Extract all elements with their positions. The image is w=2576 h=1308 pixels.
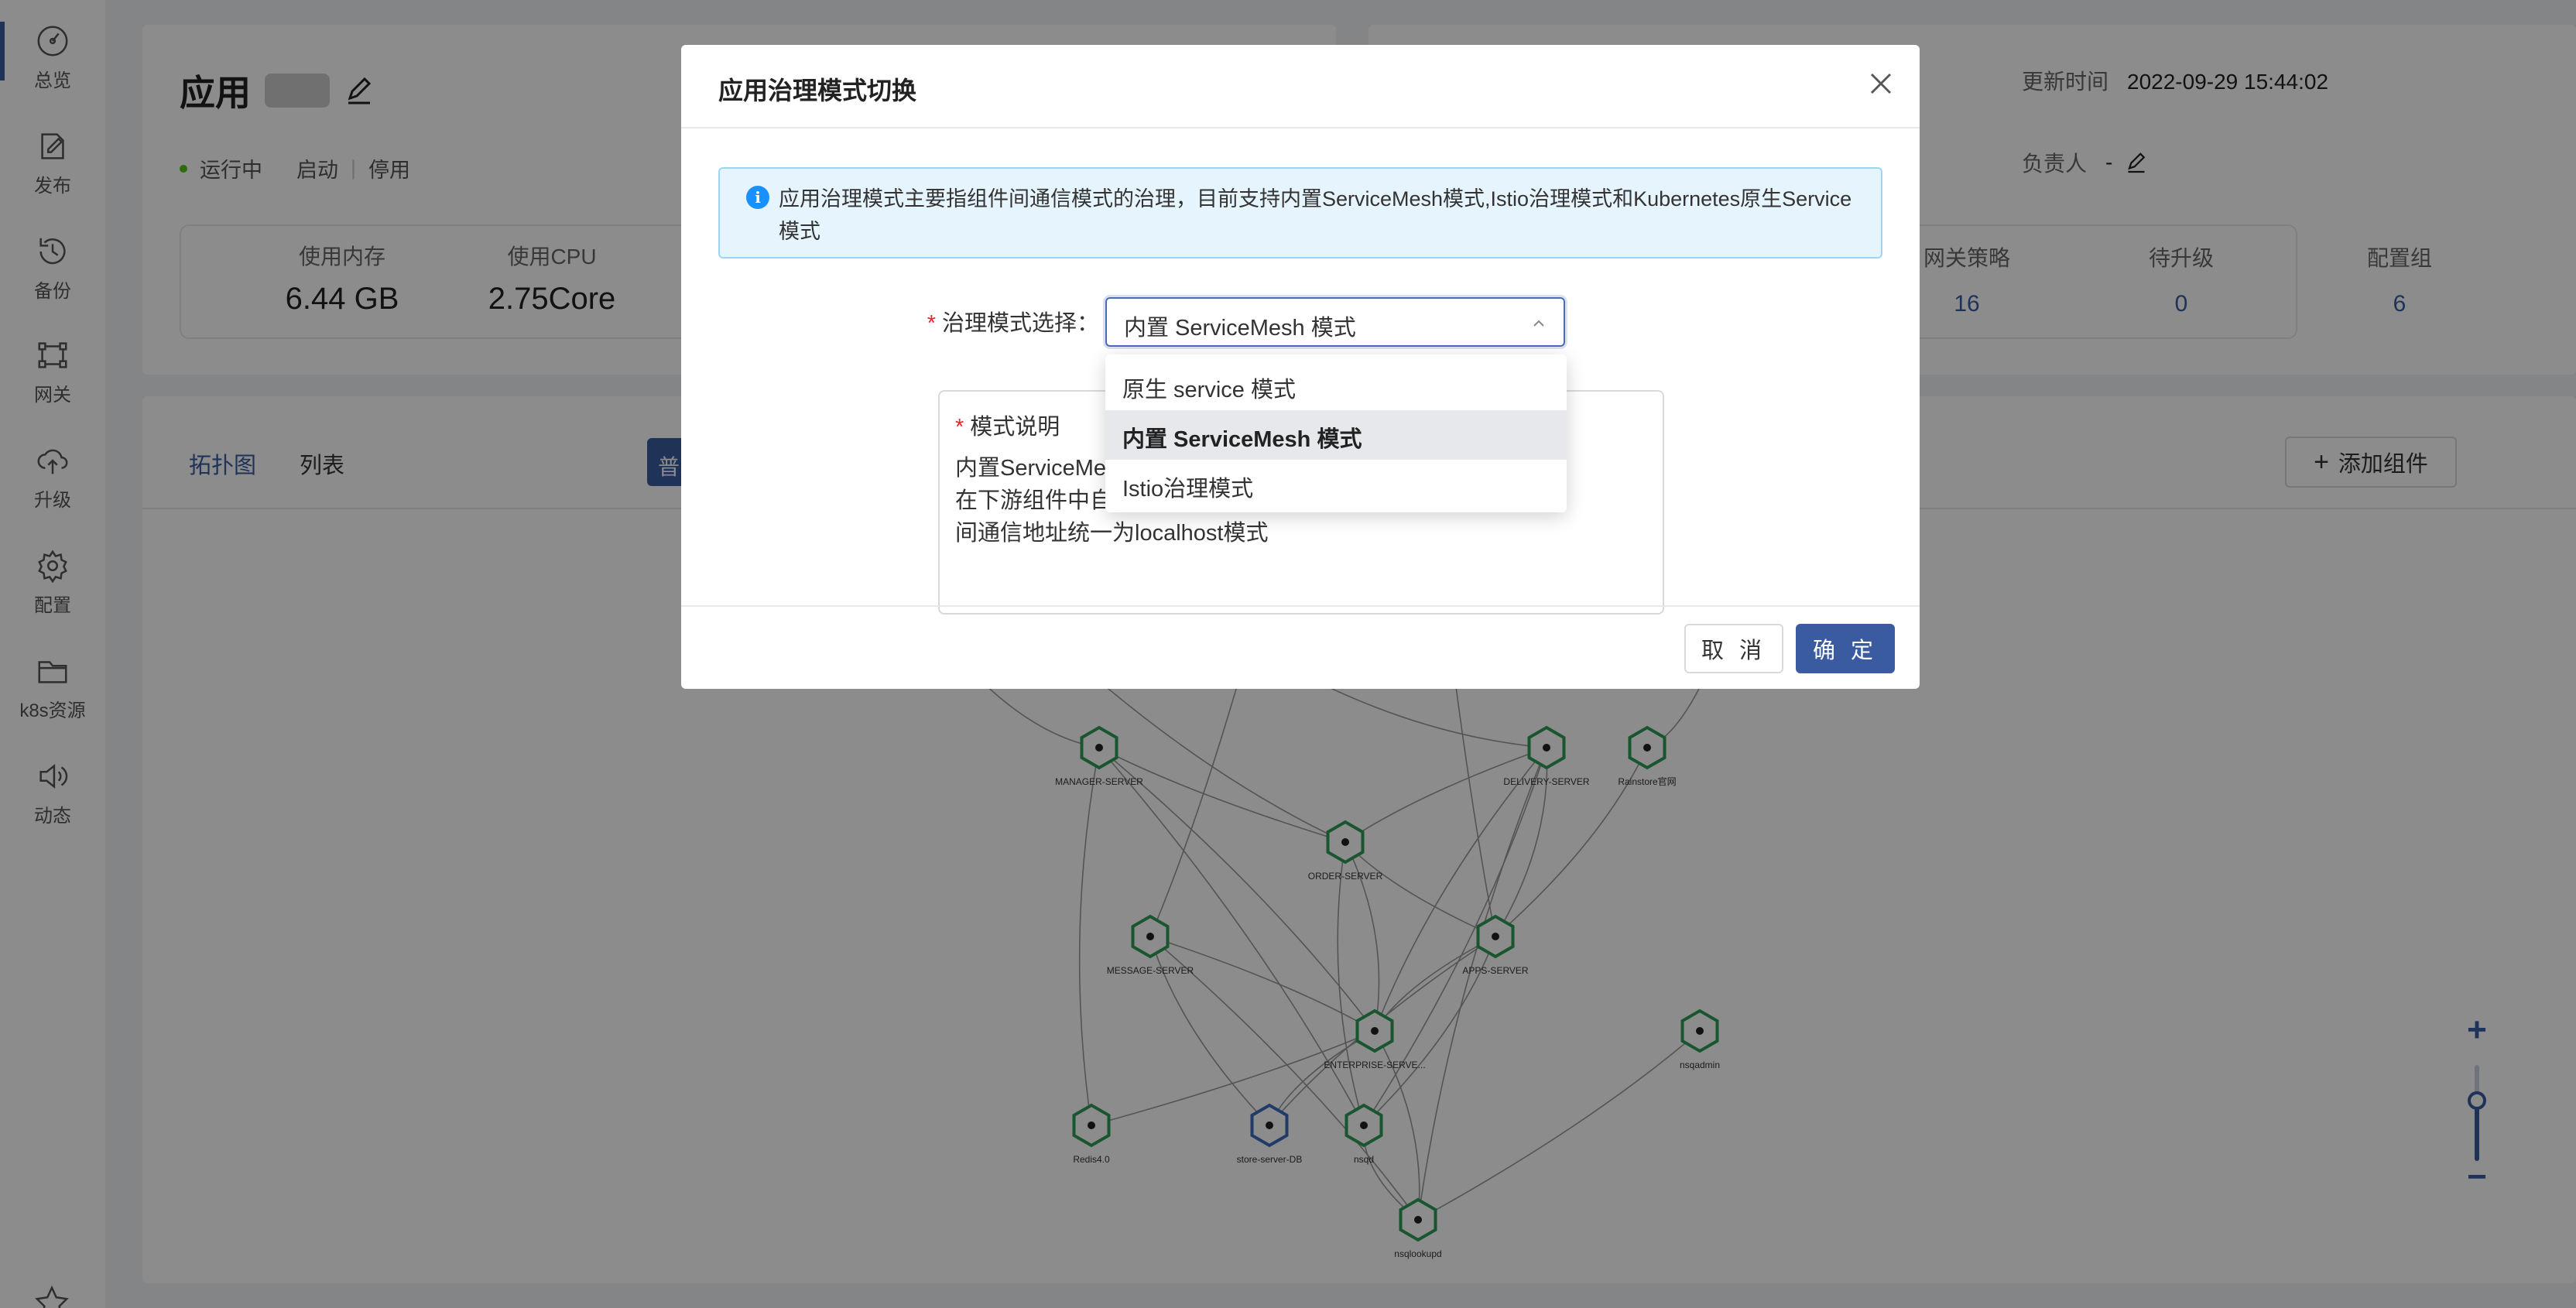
cancel-button[interactable]: 取 消 [1684, 624, 1783, 673]
close-icon[interactable] [1865, 68, 1896, 99]
info-icon: i [746, 186, 769, 209]
select-dropdown: 原生 service 模式 内置 ServiceMesh 模式 Istio治理模… [1105, 354, 1567, 512]
governance-mode-select[interactable]: 内置 ServiceMesh 模式 [1105, 297, 1565, 347]
desc-label-text: 模式说明 [970, 415, 1060, 440]
option-servicemesh[interactable]: 内置 ServiceMesh 模式 [1105, 410, 1567, 460]
select-value: 内置 ServiceMesh 模式 [1124, 316, 1356, 341]
chevron-up-icon [1533, 320, 1544, 327]
required-mark: * [927, 311, 936, 336]
modal-title: 应用治理模式切换 [718, 77, 917, 104]
modal-footer-divider [681, 605, 1920, 607]
info-alert: i 应用治理模式主要指组件间通信模式的治理，目前支持内置ServiceMesh模… [718, 167, 1882, 259]
modal-header: 应用治理模式切换 [681, 45, 1920, 128]
confirm-button[interactable]: 确 定 [1796, 624, 1895, 673]
option-istio[interactable]: Istio治理模式 [1105, 460, 1567, 509]
desc-label: * 模式说明 [955, 409, 1060, 441]
governance-mode-modal: 应用治理模式切换 i 应用治理模式主要指组件间通信模式的治理，目前支持内置Ser… [681, 45, 1920, 689]
select-label-text: 治理模式选择： [941, 311, 1099, 336]
select-label: * 治理模式选择： [712, 305, 1099, 337]
required-mark: * [955, 415, 964, 440]
alert-text: 应用治理模式主要指组件间通信模式的治理，目前支持内置ServiceMesh模式,… [779, 187, 1852, 243]
option-native-service[interactable]: 原生 service 模式 [1105, 361, 1567, 410]
